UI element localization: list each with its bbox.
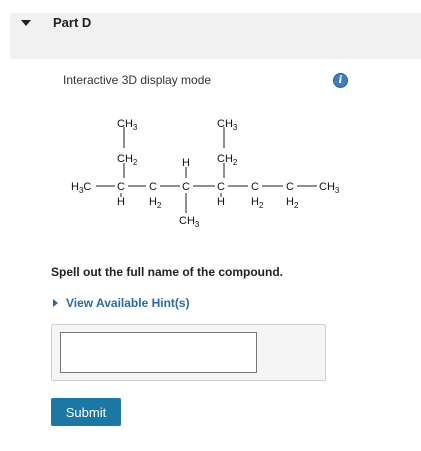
label-c5: C [251,181,259,193]
label-chain-end-ch3: CH3 [319,181,340,195]
label-h3c: H3C [71,181,91,195]
label-left-ch3: CH3 [117,118,138,132]
answer-input[interactable] [60,332,257,373]
hint-label: View Available Hint(s) [66,296,190,310]
label-c3-h-top: H [182,157,190,169]
info-icon[interactable]: i [333,73,348,88]
label-bottom-ch3: CH3 [179,215,200,229]
collapse-caret-icon[interactable] [21,20,31,26]
bonds [96,127,317,213]
label-c1-h: H [117,196,125,208]
label-c1: C [117,181,125,193]
display-mode-label: Interactive 3D display mode [63,73,212,87]
label-right-ch2: CH2 [217,153,238,167]
answer-panel [51,324,326,381]
label-c5-h2: H2 [251,196,264,210]
question-text: Spell out the full name of the compound. [51,265,283,279]
view-hints-link[interactable]: View Available Hint(s) [53,296,190,310]
label-c6-h2: H2 [286,196,299,210]
structural-formula: CH3 CH2 CH3 CH2 H3C C H C H2 H C C H C H… [71,118,340,229]
submit-button[interactable]: Submit [51,398,121,426]
expand-caret-icon [53,299,58,307]
label-c6: C [286,181,294,193]
label-c3: C [182,181,190,193]
part-title: Part D [53,15,92,30]
label-c4-h: H [217,196,225,208]
label-c2: C [149,181,157,193]
label-right-ch3: CH3 [217,118,238,132]
label-c4: C [217,181,225,193]
label-left-ch2: CH2 [117,153,138,167]
label-c2-h2: H2 [149,196,162,210]
